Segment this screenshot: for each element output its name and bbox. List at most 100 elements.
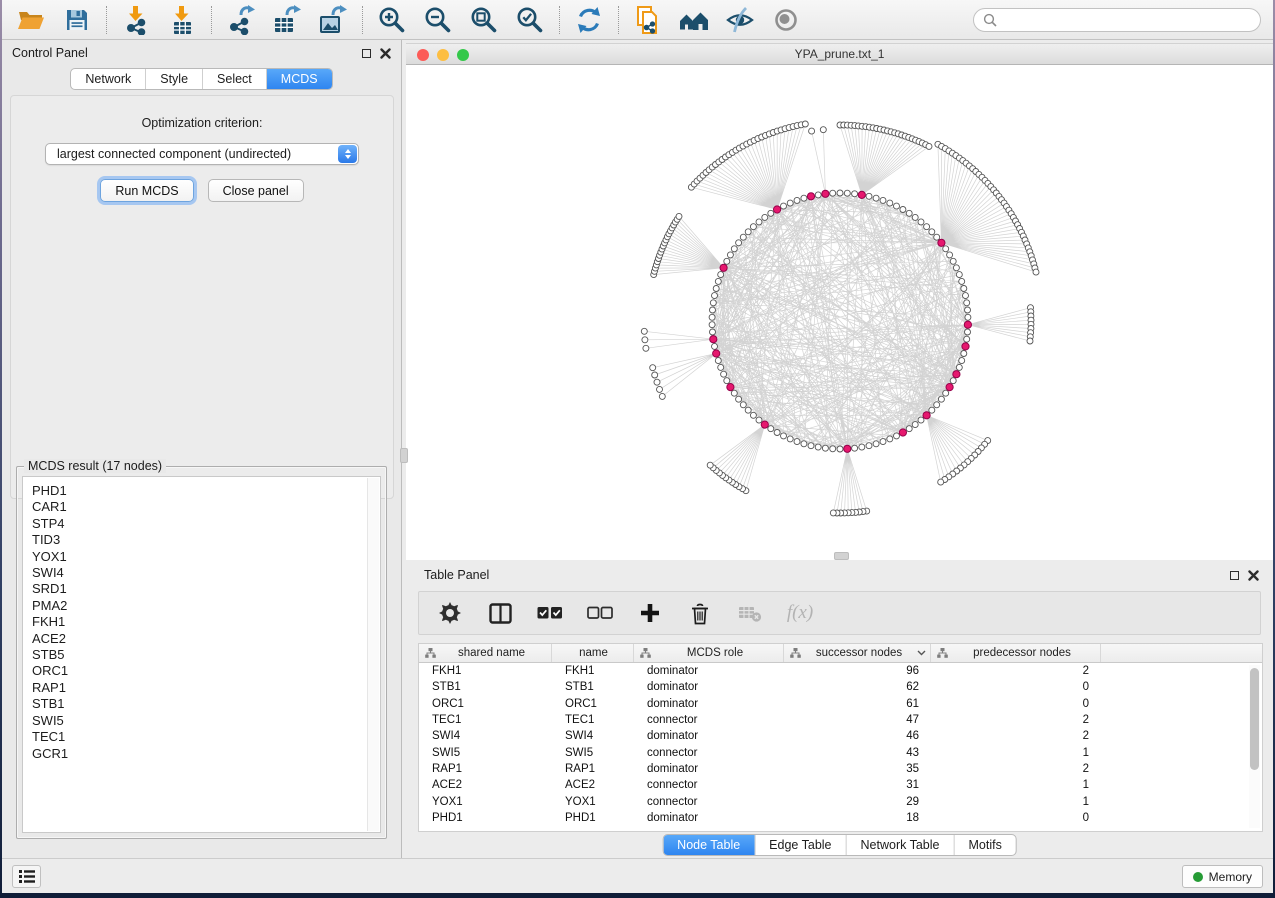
network-node[interactable] xyxy=(801,195,807,201)
network-node[interactable] xyxy=(837,190,843,196)
run-mcds-button[interactable]: Run MCDS xyxy=(100,179,193,202)
network-node[interactable] xyxy=(709,322,715,328)
hide-selected-button[interactable] xyxy=(725,5,755,35)
column-header-successor-nodes[interactable]: successor nodes xyxy=(784,644,931,662)
mcds-hub-node[interactable] xyxy=(962,343,969,350)
network-node[interactable] xyxy=(943,390,949,396)
mcds-result-item[interactable]: TEC1 xyxy=(32,729,380,745)
close-panel-icon[interactable] xyxy=(380,48,391,59)
table-settings-button[interactable] xyxy=(437,600,463,626)
network-leaf-node[interactable] xyxy=(1027,338,1033,344)
mcds-result-item[interactable]: FKH1 xyxy=(32,614,380,630)
network-leaf-node[interactable] xyxy=(926,143,932,149)
mcds-result-item[interactable]: RAP1 xyxy=(32,680,380,696)
mcds-result-item[interactable]: GCR1 xyxy=(32,746,380,762)
network-leaf-node[interactable] xyxy=(830,510,836,516)
network-node[interactable] xyxy=(718,364,724,370)
zoom-selected-button[interactable] xyxy=(515,5,545,35)
export-network-button[interactable] xyxy=(226,5,256,35)
network-node[interactable] xyxy=(943,246,949,252)
network-leaf-node[interactable] xyxy=(650,365,656,371)
network-node[interactable] xyxy=(906,210,912,216)
network-node[interactable] xyxy=(866,443,872,449)
tab-mcds[interactable]: MCDS xyxy=(267,69,332,89)
mcds-hub-node[interactable] xyxy=(822,190,829,197)
table-row[interactable]: PHD1PHD1dominator180 xyxy=(419,810,1262,826)
network-node[interactable] xyxy=(963,293,969,299)
network-node[interactable] xyxy=(724,258,730,264)
mcds-result-item[interactable]: ORC1 xyxy=(32,663,380,679)
mcds-result-item[interactable]: YOX1 xyxy=(32,549,380,565)
table-row[interactable]: FKH1FKH1dominator962 xyxy=(419,663,1262,679)
show-all-button[interactable] xyxy=(771,5,801,35)
network-leaf-node[interactable] xyxy=(642,337,648,343)
mcds-hub-node[interactable] xyxy=(807,193,814,200)
network-node[interactable] xyxy=(852,191,858,197)
network-node[interactable] xyxy=(736,240,742,246)
global-search-field[interactable] xyxy=(973,8,1261,32)
mcds-result-item[interactable]: PHD1 xyxy=(32,483,380,499)
mcds-hub-node[interactable] xyxy=(964,321,971,328)
network-node[interactable] xyxy=(844,190,850,196)
column-header-predecessor-nodes[interactable]: predecessor nodes xyxy=(931,644,1101,662)
network-node[interactable] xyxy=(947,252,953,258)
memory-button[interactable]: Memory xyxy=(1182,865,1263,888)
network-node[interactable] xyxy=(815,444,821,450)
refresh-button[interactable] xyxy=(574,5,604,35)
network-node[interactable] xyxy=(762,214,768,220)
network-node[interactable] xyxy=(961,286,967,292)
mcds-hub-node[interactable] xyxy=(923,412,930,419)
network-leaf-node[interactable] xyxy=(659,393,665,399)
tab-motifs[interactable]: Motifs xyxy=(954,835,1015,855)
network-node[interactable] xyxy=(965,329,971,335)
network-node[interactable] xyxy=(873,441,879,447)
mcds-hub-node[interactable] xyxy=(899,429,906,436)
network-leaf-node[interactable] xyxy=(1033,269,1039,275)
network-node[interactable] xyxy=(768,426,774,432)
network-node[interactable] xyxy=(959,278,965,284)
mcds-result-item[interactable]: SWI4 xyxy=(32,565,380,581)
network-node[interactable] xyxy=(934,402,940,408)
network-node[interactable] xyxy=(709,314,715,320)
search-input[interactable] xyxy=(1002,13,1251,27)
window-close-traffic-icon[interactable] xyxy=(417,49,429,61)
mcds-hub-node[interactable] xyxy=(710,336,717,343)
network-node[interactable] xyxy=(887,200,893,206)
network-node[interactable] xyxy=(880,197,886,203)
network-node[interactable] xyxy=(710,307,716,313)
mcds-hub-node[interactable] xyxy=(761,421,768,428)
network-node[interactable] xyxy=(794,439,800,445)
network-node[interactable] xyxy=(718,272,724,278)
network-node[interactable] xyxy=(894,433,900,439)
network-leaf-node[interactable] xyxy=(654,379,660,385)
network-node[interactable] xyxy=(938,396,944,402)
network-node[interactable] xyxy=(815,192,821,198)
network-node[interactable] xyxy=(787,200,793,206)
network-node[interactable] xyxy=(731,390,737,396)
network-node[interactable] xyxy=(731,246,737,252)
clone-network-button[interactable] xyxy=(633,5,663,35)
mcds-hub-node[interactable] xyxy=(720,264,727,271)
table-row[interactable]: RAP1RAP1dominator352 xyxy=(419,761,1262,777)
network-node[interactable] xyxy=(750,224,756,230)
network-node[interactable] xyxy=(724,378,730,384)
network-canvas[interactable] xyxy=(406,65,1273,560)
network-leaf-node[interactable] xyxy=(820,127,826,133)
tab-select[interactable]: Select xyxy=(203,69,267,89)
network-node[interactable] xyxy=(712,293,718,299)
network-node[interactable] xyxy=(740,234,746,240)
network-leaf-node[interactable] xyxy=(643,345,649,351)
tab-style[interactable]: Style xyxy=(146,69,203,89)
optimization-criterion-dropdown[interactable]: largest connected component (undirected) xyxy=(45,143,359,165)
column-visibility-button[interactable] xyxy=(487,600,513,626)
mcds-hub-node[interactable] xyxy=(953,371,960,378)
mcds-hub-node[interactable] xyxy=(938,239,945,246)
column-header-MCDS-role[interactable]: MCDS role xyxy=(634,644,784,662)
network-node[interactable] xyxy=(721,371,727,377)
network-node[interactable] xyxy=(837,446,843,452)
import-network-button[interactable] xyxy=(121,5,151,35)
network-node[interactable] xyxy=(950,258,956,264)
network-node[interactable] xyxy=(953,265,959,271)
network-node[interactable] xyxy=(715,278,721,284)
tab-network-table[interactable]: Network Table xyxy=(847,835,955,855)
